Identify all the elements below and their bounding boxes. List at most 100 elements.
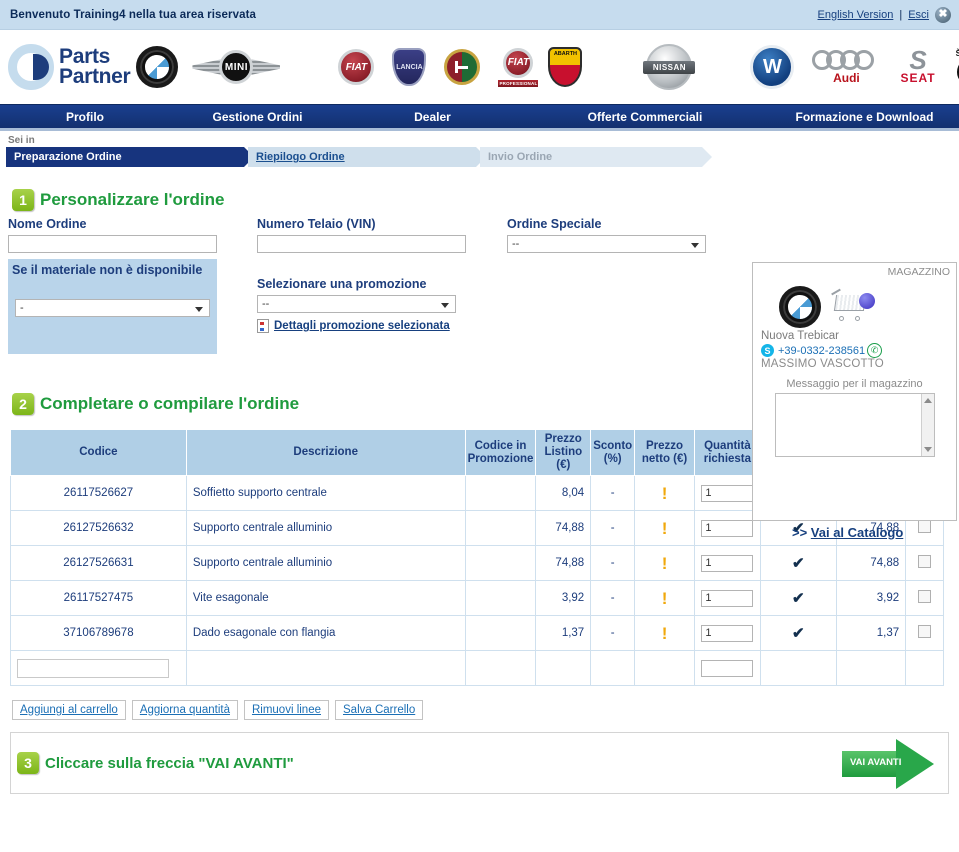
cell-prezzo-netto: !	[634, 510, 695, 546]
col-listino-l3: (€)	[556, 459, 571, 471]
quantity-input[interactable]	[701, 554, 754, 572]
new-row-promo	[464, 650, 537, 686]
cell-select[interactable]	[905, 580, 944, 616]
promo-details-row[interactable]: Dettagli promozione selezionata	[257, 319, 456, 333]
aggiungi-al-carrello-button[interactable]: Aggiungi al carrello	[12, 700, 126, 720]
table-row: 26117527475Vite esagonale3,92-!✔3,92	[10, 580, 944, 616]
row-checkbox[interactable]	[918, 625, 932, 638]
cell-descrizione: Dado esagonale con flangia	[185, 615, 466, 651]
vai-avanti-button[interactable]: VAI AVANTI	[842, 739, 934, 789]
step-riepilogo-ordine[interactable]: Riepilogo Ordine	[248, 147, 486, 167]
cell-controllo: ✔	[759, 545, 837, 581]
ordine-speciale-select[interactable]: --	[507, 235, 706, 253]
skype-icon[interactable]: S	[761, 344, 774, 357]
textarea-scrollbar[interactable]	[920, 394, 934, 456]
fiat-professional-logo-icon: FIAT PROFESSIONAL	[498, 47, 539, 87]
vin-input[interactable]	[257, 235, 466, 253]
promozione-select[interactable]: --	[257, 295, 456, 313]
row-checkbox[interactable]	[918, 520, 932, 533]
col-header-quantita-richiesta[interactable]: Quantità richiesta	[693, 429, 761, 476]
new-row-codice-cell[interactable]	[10, 650, 187, 686]
lancia-wordmark: LANCIA	[392, 48, 427, 86]
cell-sconto: -	[590, 615, 636, 651]
cell-prezzo-netto: !	[634, 475, 695, 511]
cell-codice: 26117526627	[10, 475, 187, 511]
magazzino-bmw-icon	[779, 286, 821, 328]
parts-partner-ring-icon	[8, 44, 54, 90]
col-promo-l2: Promozione	[467, 452, 534, 465]
warning-icon: !	[661, 553, 668, 573]
promo-details-link[interactable]: Dettagli promozione selezionata	[274, 320, 450, 332]
section3-panel: 3 Cliccare sulla freccia "VAI AVANTI" VA…	[10, 732, 949, 794]
cell-quantita[interactable]	[693, 580, 761, 616]
magazzino-dealer-name: Nuova Trebicar	[761, 330, 839, 342]
row-checkbox[interactable]	[918, 590, 932, 603]
nav-item-profilo[interactable]: Profilo	[0, 110, 170, 124]
logo-band: Parts Partner MINI FIAT LANCIA FIAT PROF…	[0, 30, 959, 104]
cell-quantita[interactable]	[693, 615, 761, 651]
col-header-descrizione[interactable]: Descrizione	[185, 429, 466, 476]
nav-item-formazione-download[interactable]: Formazione e Download	[770, 110, 959, 124]
quantity-input[interactable]	[701, 484, 754, 502]
warning-icon: !	[661, 623, 668, 643]
new-row-qta-cell[interactable]	[693, 650, 761, 686]
magazzino-message-textarea[interactable]	[774, 393, 935, 457]
cell-prezzo-netto: !	[634, 580, 695, 616]
promozione-group: Selezionare una promozione -- Dettagli p…	[257, 277, 456, 333]
table-new-row	[10, 650, 944, 686]
shopping-cart-icon[interactable]	[831, 288, 875, 323]
cell-select[interactable]	[905, 545, 944, 581]
scroll-up-icon[interactable]	[923, 398, 932, 403]
col-header-prezzo-listino[interactable]: Prezzo Listino (€)	[535, 429, 592, 476]
close-icon[interactable]: ✖	[935, 6, 951, 23]
cell-prezzo-listino: 74,88	[535, 510, 592, 546]
bmw-logo-icon	[136, 46, 179, 88]
salva-carrello-button[interactable]: Salva Carrello	[335, 700, 424, 720]
step-preparazione-ordine[interactable]: Preparazione Ordine	[6, 147, 254, 167]
materiale-select[interactable]: -	[15, 299, 210, 317]
nav-item-dealer[interactable]: Dealer	[345, 110, 520, 124]
nav-item-gestione-ordini[interactable]: Gestione Ordini	[170, 110, 345, 124]
quantity-input[interactable]	[701, 519, 754, 537]
cell-quantita[interactable]	[693, 475, 761, 511]
col-header-codice-promozione[interactable]: Codice in Promozione	[464, 429, 537, 476]
cell-quantita[interactable]	[693, 510, 761, 546]
section2-number: 2	[12, 393, 34, 415]
catalog-link[interactable]: Vai al Catalogo	[811, 525, 903, 540]
col-listino-l2: Listino	[544, 446, 583, 458]
page-content: Sei in Preparazione Ordine Riepilogo Ord…	[0, 131, 959, 794]
new-row-netto	[634, 650, 695, 686]
quantity-input[interactable]	[701, 624, 754, 642]
cell-select[interactable]	[905, 615, 944, 651]
check-icon: ✔	[791, 590, 805, 607]
new-code-input[interactable]	[17, 658, 169, 678]
parts-partner-logo[interactable]: Parts Partner	[0, 44, 131, 90]
call-icon[interactable]: ✆	[867, 343, 883, 358]
materiale-label: Se il materiale non è disponibile	[12, 263, 203, 277]
rimuovi-linee-button[interactable]: Rimuovi linee	[243, 700, 329, 720]
cell-totale-lordo: 1,37	[835, 615, 907, 651]
logout-link[interactable]: Esci	[908, 9, 929, 21]
cell-sconto: -	[590, 580, 636, 616]
catalog-link-row[interactable]: >> Vai al Catalogo	[792, 525, 903, 540]
scroll-down-icon[interactable]	[923, 447, 932, 452]
col-header-codice[interactable]: Codice	[10, 429, 187, 476]
nav-item-offerte-commerciali[interactable]: Offerte Commerciali	[520, 110, 770, 124]
cell-controllo: ✔	[759, 580, 837, 616]
english-version-link[interactable]: English Version	[818, 9, 894, 21]
vai-avanti-label: VAI AVANTI	[850, 757, 902, 768]
brand-line1: Parts	[59, 45, 111, 68]
col-header-sconto[interactable]: Sconto (%)	[590, 429, 636, 476]
link-separator: |	[899, 8, 903, 21]
new-quantity-input[interactable]	[701, 659, 754, 677]
nome-ordine-input[interactable]	[8, 235, 217, 253]
breadcrumb-prefix: Sei in	[8, 135, 35, 146]
col-header-prezzo-netto[interactable]: Prezzo netto (€)	[634, 429, 695, 476]
quantity-input[interactable]	[701, 589, 754, 607]
cell-quantita[interactable]	[693, 545, 761, 581]
magazzino-phone-number[interactable]: +39-0332-238561	[778, 345, 865, 357]
abarth-wordmark: ABARTH	[548, 47, 583, 87]
row-checkbox[interactable]	[918, 555, 932, 568]
new-row-listino	[535, 650, 592, 686]
aggiorna-quantita-button[interactable]: Aggiorna quantità	[131, 700, 238, 720]
